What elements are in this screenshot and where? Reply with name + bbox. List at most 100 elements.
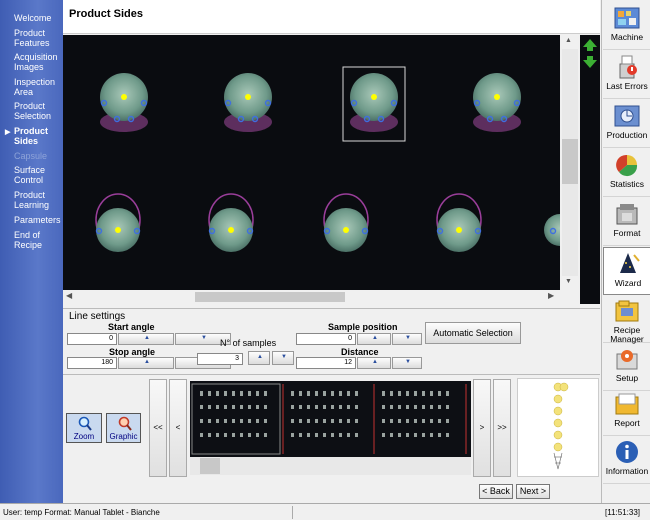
toolbar-recipe-manager[interactable]: Recipe Manager [603,295,650,344]
thumbnail-tablets [200,391,449,437]
tablet-top [208,193,254,252]
toolbar-label: Last Errors [606,81,648,91]
toolbar-setup[interactable]: Setup [603,343,650,391]
back-button[interactable]: < Back [479,484,513,499]
samples-field[interactable]: 3 [197,353,243,365]
page-title: Product Sides [69,8,143,20]
sidebar-item-welcome[interactable]: Welcome [14,13,62,23]
toolbar-wizard[interactable]: Wizard [603,247,650,295]
horizontal-scrollbar[interactable]: ◀ ▶ [63,290,580,304]
sample-chain-graphic [553,382,569,470]
current-step-icon: ▶ [5,129,11,136]
sidebar-item-label: Product Selection [14,101,52,121]
sidebar-item-product-selection[interactable]: Product Selection [14,101,62,121]
toolbar-information[interactable]: Information [603,436,650,484]
toolbar-label: Report [614,418,640,428]
toolbar-label: Recipe Manager [610,325,644,344]
start-angle-field[interactable]: 0 [67,333,117,345]
sidebar-item-inspection-area[interactable]: Inspection Area [14,77,62,97]
vertical-scrollbar[interactable]: ▲ ▼ [560,35,580,290]
scroll-thumb[interactable] [200,458,220,474]
recipe-icon [615,300,639,322]
zoom-button[interactable]: Zoom [66,413,102,443]
filmstrip-thumbnails [191,383,467,455]
distance-field[interactable]: 12 [296,357,356,369]
scroll-thumb[interactable] [195,292,345,302]
sidebar-item-label: Parameters [14,215,61,225]
start-angle-up-button[interactable]: ▲ [118,333,174,345]
filmstrip-scrollbar[interactable] [190,457,471,475]
production-icon [614,105,640,127]
up-arrow-icon: ▲ [372,359,378,365]
image-nav-strip [580,35,600,304]
toolbar-format[interactable]: Format [603,198,650,246]
tablet-side [224,73,272,132]
scroll-left-icon[interactable]: ◀ [66,291,72,300]
toolbar-last-errors[interactable]: Last Errors [603,51,650,99]
first-page-button[interactable]: << [149,379,167,477]
report-icon [615,393,639,415]
up-arrow-icon: ▲ [144,359,150,365]
toolbar-machine[interactable]: Machine [603,2,650,50]
scroll-up-icon[interactable]: ▲ [565,37,572,44]
sidebar-item-label: Product Features [14,28,50,48]
up-arrow-icon: ▲ [144,335,150,341]
camera-image-view[interactable] [63,35,580,290]
green-down-arrow-icon[interactable] [582,55,598,69]
sidebar-item-capsule: Capsule [14,151,62,161]
next-page-button[interactable]: > [473,379,491,477]
sidebar-item-label: Acquisition Images [14,52,58,72]
sidebar-item-product-sides[interactable]: ▶ Product Sides [5,126,62,146]
tablet-top [436,193,482,252]
scroll-down-icon[interactable]: ▼ [565,278,572,285]
sample-preview [517,378,599,477]
scroll-right-icon[interactable]: ▶ [548,291,554,300]
toolbar-label: Statistics [609,179,644,189]
sidebar-item-label: Welcome [14,13,52,23]
toolbar-production[interactable]: Production [603,100,650,148]
image-strip-panel: Zoom Graphic << < > >> [63,374,600,479]
sample-position-down-button[interactable]: ▼ [392,333,422,345]
stop-angle-up-button[interactable]: ▲ [118,357,174,369]
setup-icon [616,350,638,370]
sample-position-field[interactable]: 0 [296,333,356,345]
sidebar-item-product-learning[interactable]: Product Learning [14,190,62,210]
sample-position-up-button[interactable]: ▲ [357,333,391,345]
wizard-steps-sidebar: Welcome Product Features Acquisition Ima… [0,0,63,503]
distance-up-button[interactable]: ▲ [357,357,391,369]
stop-angle-label: Stop angle [109,347,156,357]
statistics-icon [616,154,638,177]
down-arrow-icon: ▼ [405,359,411,365]
sidebar-item-acquisition-images[interactable]: Acquisition Images [14,52,62,72]
green-up-arrow-icon[interactable] [582,38,598,52]
line-settings-title: Line settings [69,311,126,322]
graphic-button[interactable]: Graphic [106,413,141,443]
toolbar-label: Production [606,130,648,140]
thumbnail-filmstrip[interactable] [190,381,471,457]
sidebar-item-end-of-recipe[interactable]: End of Recipe [14,230,62,250]
sidebar-item-surface-control[interactable]: Surface Control [14,165,62,185]
toolbar-report[interactable]: Report [603,388,650,436]
line-settings-panel: Line settings Start angle 0 ▲ ▼ Stop ang… [63,308,600,372]
distance-label: Distance [341,347,379,357]
sidebar-item-label: Surface Control [14,165,46,185]
toolbar-label: Wizard [614,278,642,288]
samples-down-button[interactable]: ▼ [272,351,294,365]
toolbar-statistics[interactable]: Statistics [603,149,650,197]
sidebar-item-product-features[interactable]: Product Features [14,28,62,48]
stop-angle-field[interactable]: 180 [67,357,117,369]
last-page-button[interactable]: >> [493,379,511,477]
scroll-thumb[interactable] [562,139,578,184]
sidebar-item-label: Product Learning [14,190,50,210]
sidebar-item-parameters[interactable]: Parameters [14,215,62,225]
next-button[interactable]: Next > [516,484,550,499]
samples-up-button[interactable]: ▲ [248,351,270,365]
magnifier-graphic-icon [118,416,132,431]
format-icon [616,204,638,225]
tablet-image [95,66,576,252]
samples-label: N° of samples [220,338,277,348]
automatic-selection-button[interactable]: Automatic Selection [425,322,521,344]
distance-down-button[interactable]: ▼ [392,357,422,369]
page-header: Product Sides [63,0,600,34]
previous-page-button[interactable]: < [169,379,187,477]
